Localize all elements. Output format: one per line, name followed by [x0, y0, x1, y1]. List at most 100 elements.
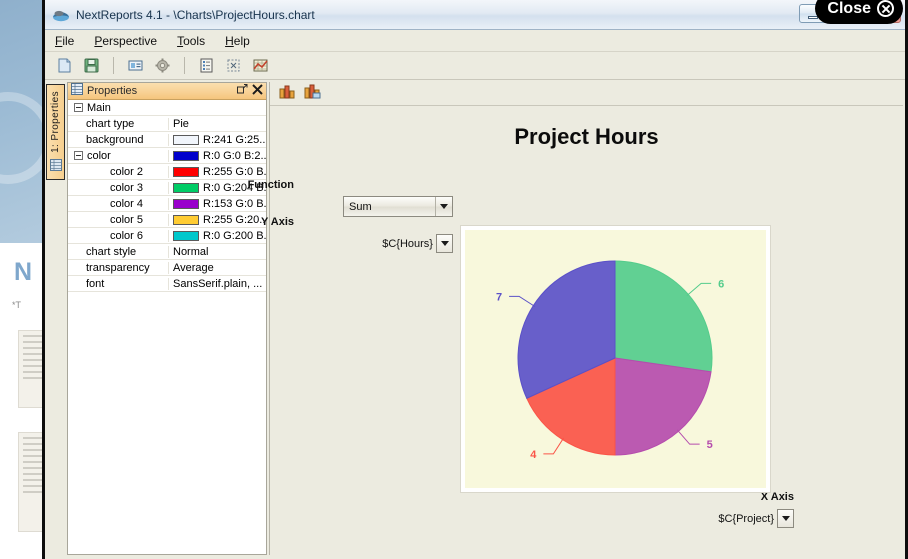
close-icon[interactable]	[252, 84, 263, 98]
property-name-cell: font	[68, 278, 168, 290]
title-bar[interactable]: NextReports 4.1 - \Charts\ProjectHours.c…	[45, 0, 905, 30]
property-value-cell[interactable]: R:0 G:200 B...	[168, 230, 266, 242]
property-value-cell[interactable]: SansSerif.plain, ...	[168, 278, 266, 290]
pie-slice-label: 6	[718, 278, 724, 290]
property-value-cell[interactable]: Normal	[168, 246, 266, 258]
property-value-cell[interactable]: Average	[168, 262, 266, 274]
chart-preview-icon[interactable]	[249, 55, 272, 77]
property-name-cell: chart style	[68, 246, 168, 258]
property-value-cell[interactable]: Pie	[168, 118, 266, 130]
sidebar-tab-properties[interactable]: 1: Properties	[46, 84, 65, 180]
settings-gear-icon[interactable]	[151, 55, 174, 77]
property-name-cell: color	[68, 150, 168, 162]
window-body: 1: Properties	[45, 80, 905, 559]
property-row[interactable]: chart type Pie	[68, 116, 266, 132]
property-value: R:0 G:200 B...	[203, 230, 266, 242]
property-name: color	[87, 150, 111, 162]
chevron-down-icon[interactable]	[435, 197, 452, 216]
property-name: chart style	[86, 246, 136, 258]
property-row[interactable]: color 4 R:153 G:0 B...	[68, 196, 266, 212]
bar-chart-icon[interactable]	[278, 83, 296, 105]
property-name: background	[86, 134, 144, 146]
pie-chart: 6547	[465, 230, 766, 488]
menu-tools[interactable]: Tools	[177, 34, 205, 48]
property-value: Average	[173, 262, 214, 274]
property-name-cell: background	[68, 134, 168, 146]
property-row[interactable]: Main	[68, 100, 266, 116]
chart-editor-canvas: Project Hours Function Sum Y Axis $C{Hou…	[270, 106, 903, 555]
property-value: R:153 G:0 B...	[203, 198, 266, 210]
form-icon[interactable]	[124, 55, 147, 77]
pie-leader-line	[509, 296, 535, 306]
menu-help[interactable]: Help	[225, 34, 250, 48]
menu-perspective[interactable]: Perspective	[94, 34, 157, 48]
property-value: R:241 G:25...	[203, 134, 266, 146]
property-row[interactable]: color R:0 G:0 B:2...	[68, 148, 266, 164]
toolbar-separator	[184, 57, 185, 74]
bar-chart-layers-icon[interactable]	[304, 83, 322, 105]
pie-slice[interactable]	[615, 358, 711, 455]
property-row[interactable]: background R:241 G:25...	[68, 132, 266, 148]
property-name-cell: color 2	[68, 166, 168, 178]
x-axis-label: X Axis	[674, 491, 794, 503]
pie-slice-label: 5	[707, 439, 713, 451]
x-axis-select[interactable]: $C{Project}	[698, 508, 794, 529]
close-badge-x-icon	[877, 0, 894, 17]
color-swatch[interactable]	[173, 167, 199, 177]
close-tooltip-badge[interactable]: Close	[815, 0, 903, 24]
color-swatch[interactable]	[173, 231, 199, 241]
expander-collapse-icon[interactable]	[74, 151, 83, 160]
property-row[interactable]: transparency Average	[68, 260, 266, 276]
function-select[interactable]: Sum	[343, 196, 453, 217]
properties-panel: Properties Main chart type Pie background R:…	[67, 82, 267, 555]
property-value-cell[interactable]: R:241 G:25...	[168, 134, 266, 146]
property-row[interactable]: color 6R:0 G:200 B...	[68, 228, 266, 244]
properties-grid-icon	[71, 82, 83, 100]
function-label: Function	[174, 179, 294, 191]
new-document-icon[interactable]	[53, 55, 76, 77]
properties-grid-icon	[50, 158, 62, 176]
y-axis-value: $C{Hours}	[373, 238, 436, 250]
background-logo: N	[14, 258, 31, 287]
expander-collapse-icon[interactable]	[74, 103, 83, 112]
property-row[interactable]: color 2R:255 G:0 B...	[68, 164, 266, 180]
property-row[interactable]: font SansSerif.plain, ...	[68, 276, 266, 292]
property-value-cell[interactable]: R:0 G:0 B:2...	[168, 150, 266, 162]
pie-slice[interactable]	[615, 261, 712, 372]
save-icon[interactable]	[80, 55, 103, 77]
property-value: SansSerif.plain, ...	[173, 278, 262, 290]
pie-leader-line	[677, 430, 699, 444]
property-name: chart type	[86, 118, 134, 130]
property-value: Normal	[173, 246, 208, 258]
menu-bar: File Perspective Tools Help	[45, 30, 905, 52]
property-name: transparency	[86, 262, 150, 274]
color-swatch[interactable]	[173, 151, 199, 161]
pie-leader-line	[687, 283, 711, 295]
x-axis-value: $C{Project}	[698, 513, 777, 525]
chevron-down-icon[interactable]	[436, 234, 453, 253]
color-swatch[interactable]	[173, 199, 199, 209]
property-row[interactable]: chart style Normal	[68, 244, 266, 260]
properties-empty-area	[68, 292, 266, 554]
main-toolbar	[45, 52, 905, 80]
float-icon[interactable]	[237, 84, 248, 98]
property-value-cell[interactable]: R:153 G:0 B...	[168, 198, 266, 210]
y-axis-label: Y Axis	[174, 216, 294, 228]
property-name-cell: Main	[68, 102, 168, 114]
application-window: NextReports 4.1 - \Charts\ProjectHours.c…	[42, 0, 908, 559]
dock-tab-strip: 1: Properties	[45, 80, 67, 559]
resize-icon[interactable]	[222, 55, 245, 77]
chart-editor: Project Hours Function Sum Y Axis $C{Hou…	[269, 82, 903, 555]
y-axis-select[interactable]: $C{Hours}	[373, 233, 453, 254]
property-value-cell[interactable]: R:255 G:0 B...	[168, 166, 266, 178]
report-list-icon[interactable]	[195, 55, 218, 77]
pie-slice-label: 4	[530, 449, 537, 461]
property-name-cell: color 4	[68, 198, 168, 210]
menu-file[interactable]: File	[55, 34, 74, 48]
window-title: NextReports 4.1 - \Charts\ProjectHours.c…	[76, 8, 315, 22]
color-swatch[interactable]	[173, 135, 199, 145]
properties-panel-title: Properties	[87, 85, 233, 97]
background-tagline: *T	[12, 300, 21, 310]
chevron-down-icon[interactable]	[777, 509, 794, 528]
properties-table: Main chart type Pie background R:241 G:25...…	[68, 100, 266, 292]
